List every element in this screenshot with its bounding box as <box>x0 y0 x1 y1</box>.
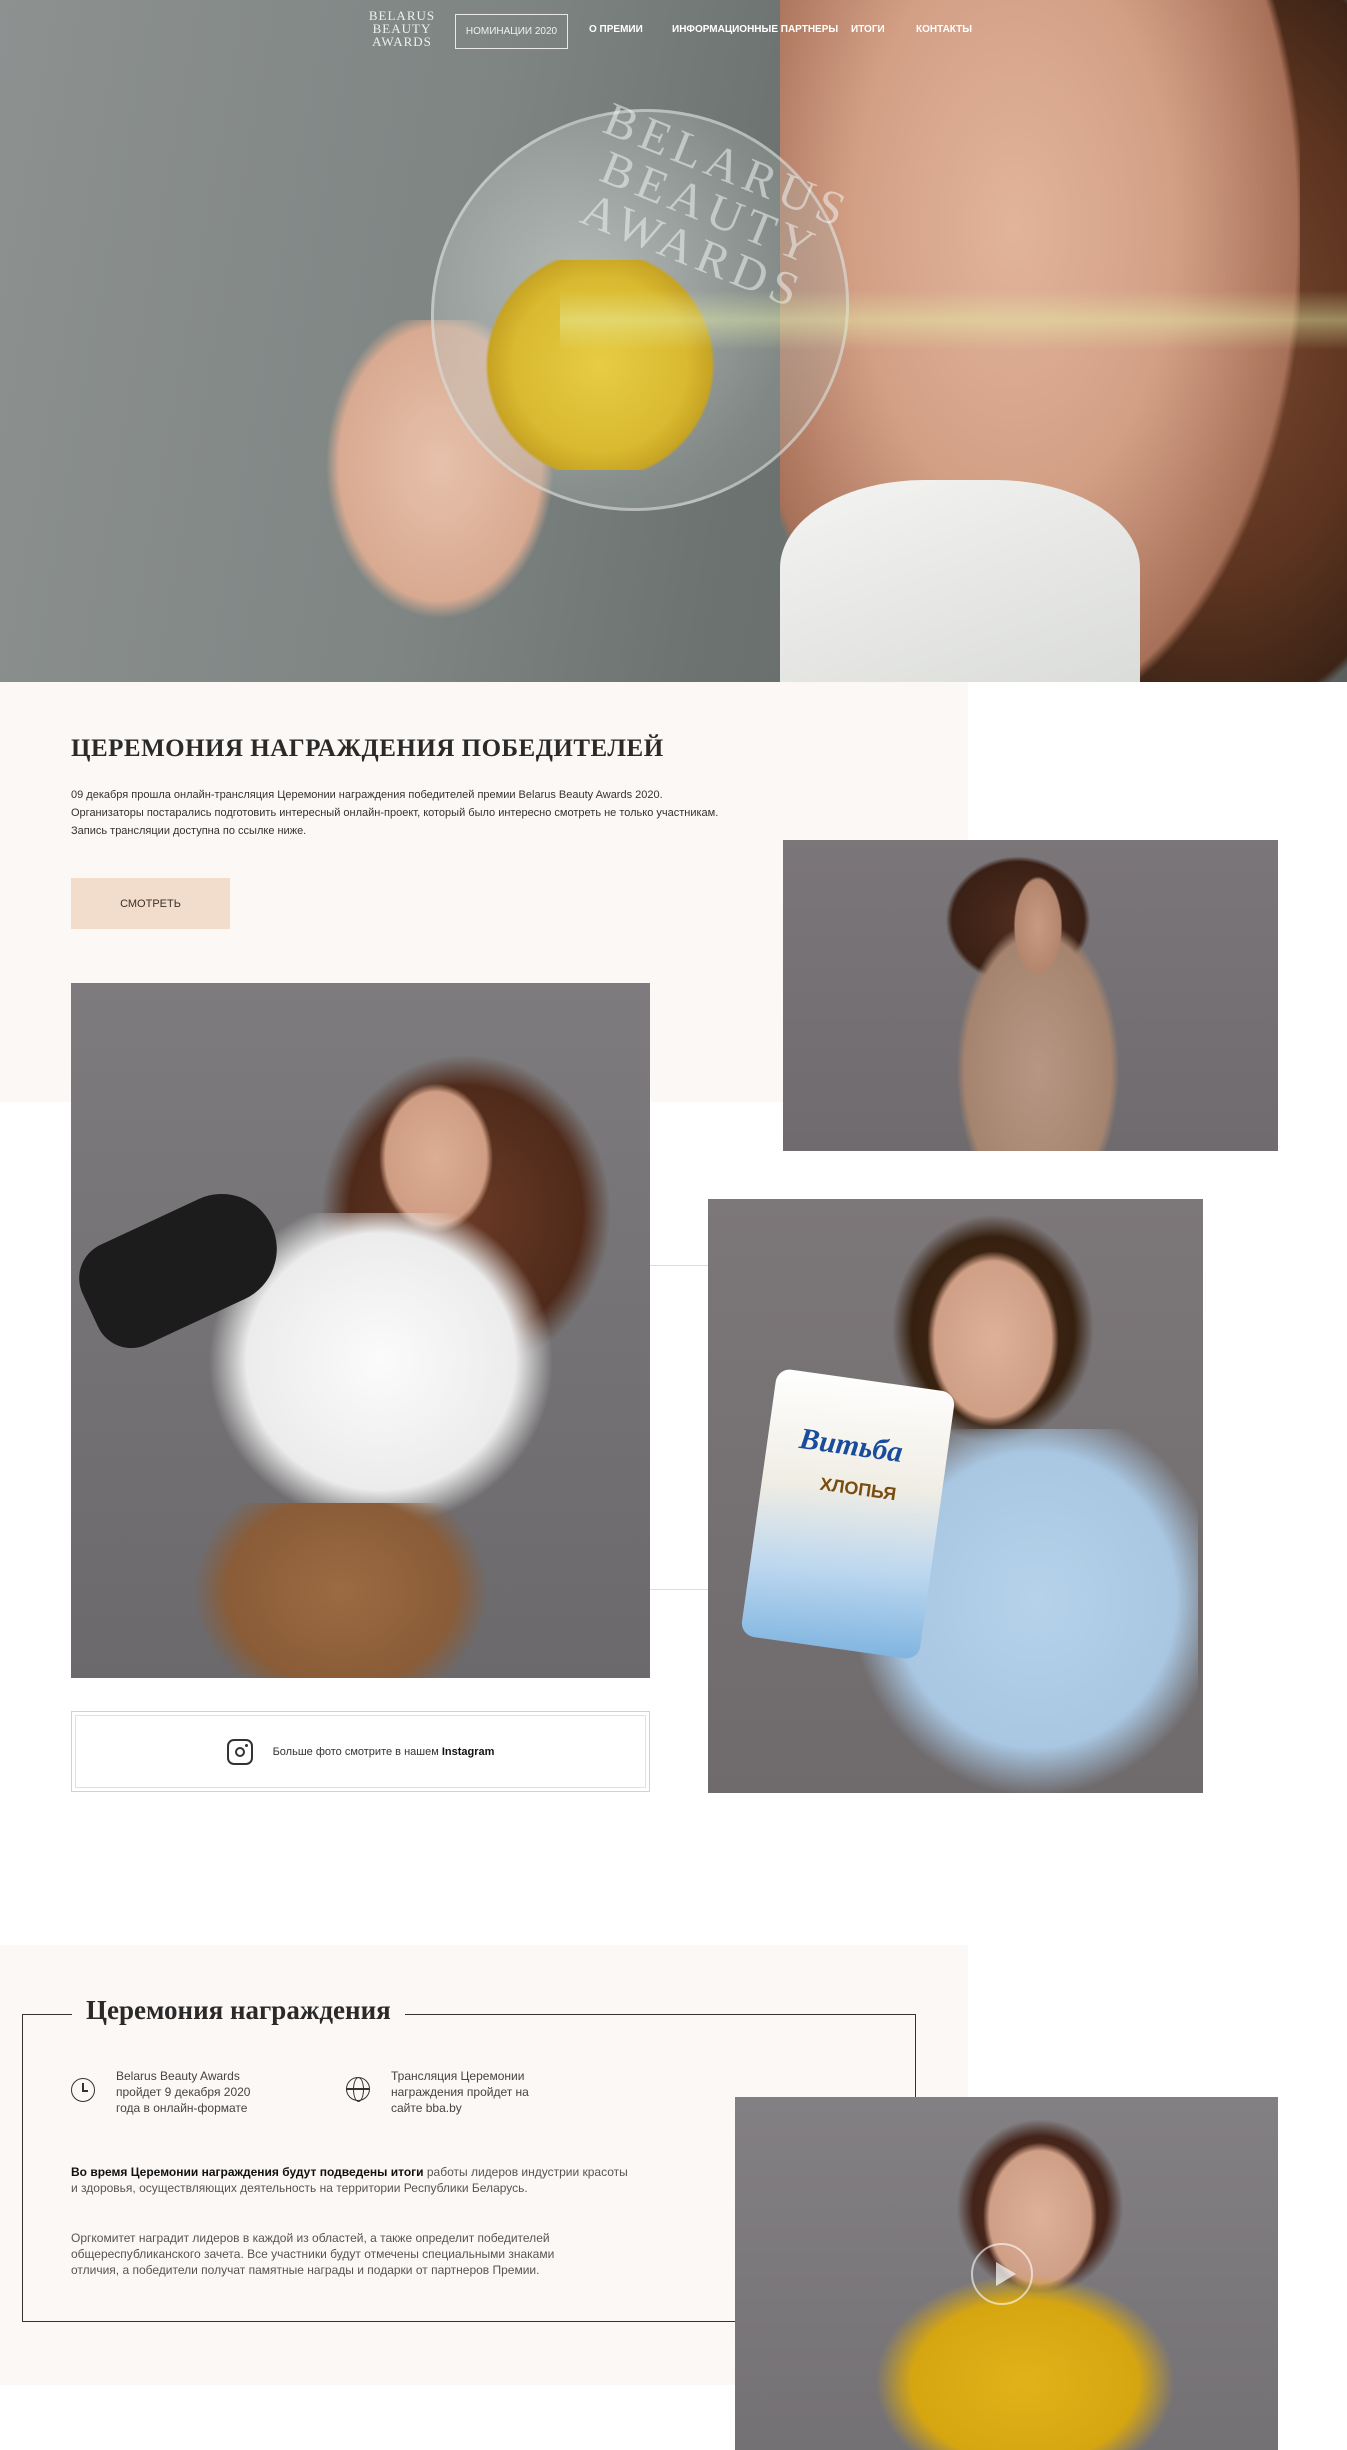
hero-light-streak <box>560 290 1347 350</box>
instagram-icon <box>226 1738 253 1765</box>
ceremony-line-1: 09 декабря прошла онлайн-трансляция Цере… <box>71 789 663 801</box>
gallery-photo-cereal: Витьба ХЛОПЬЯ <box>708 1199 1203 1793</box>
divider-line <box>650 1265 708 1266</box>
instagram-text-label: Больше фото смотрите в нашем <box>272 1745 439 1758</box>
watch-button[interactable]: СМОТРЕТЬ <box>71 878 230 929</box>
info-title: Церемония награждения <box>72 1995 405 2026</box>
divider-line <box>650 1589 708 1590</box>
nav-link-results[interactable]: ИТОГИ <box>851 24 885 35</box>
instagram-link-label[interactable]: Instagram <box>442 1746 495 1758</box>
ceremony-description: 09 декабря прошла онлайн-трансляция Цере… <box>71 786 831 840</box>
top-navigation: BELARUS BEAUTY AWARDS НОМИНАЦИИ 2020 О П… <box>0 0 1347 62</box>
info-paragraph-1: Во время Церемонии награждения будут под… <box>71 2164 631 2196</box>
ceremony-title: ЦЕРЕМОНИЯ НАГРАЖДЕНИЯ ПОБЕДИТЕЛЕЙ <box>71 735 664 762</box>
info-item-date: Belarus Beauty Awards пройдет 9 декабря … <box>116 2069 251 2115</box>
info-paragraph-2: Оргкомитет наградит лидеров в каждой из … <box>71 2231 555 2277</box>
photo-pants <box>181 1503 501 1678</box>
hero-banner: BELARUS BEAUTY AWARDS BELARUS BEAUTY AWA… <box>0 0 1347 682</box>
ceremony-line-3: Запись трансляции доступна по ссылке ниж… <box>71 825 307 837</box>
photo-cereal-package <box>740 1367 956 1661</box>
info-paragraph-1-bold: Во время Церемонии награждения будут под… <box>71 2165 424 2179</box>
clock-icon <box>71 2078 95 2102</box>
gallery-photo-hair-dryer <box>71 983 650 1678</box>
logo-line-3: AWARDS <box>372 34 432 49</box>
hero-photo-shirt <box>780 480 1140 682</box>
globe-icon <box>346 2077 370 2102</box>
nav-link-media-partners[interactable]: ИНФОРМАЦИОННЫЕ ПАРТНЕРЫ <box>672 24 838 35</box>
nav-nominations-button[interactable]: НОМИНАЦИИ 2020 <box>455 14 568 49</box>
site-logo[interactable]: BELARUS BEAUTY AWARDS <box>366 9 438 48</box>
nav-link-contacts[interactable]: КОНТАКТЫ <box>916 24 972 35</box>
photo-figure <box>923 860 1153 1151</box>
gallery-photo-beige-dress <box>783 840 1278 1151</box>
play-video-icon[interactable] <box>971 2243 1033 2305</box>
info-item-broadcast: Трансляция Церемонии награждения пройдет… <box>391 2069 529 2115</box>
ceremony-line-2: Организаторы постарались подготовить инт… <box>71 807 719 819</box>
nav-link-about[interactable]: О ПРЕМИИ <box>589 24 643 35</box>
instagram-text: Больше фото смотрите в нашем Instagram <box>273 1746 495 1758</box>
instagram-link-box[interactable]: Больше фото смотрите в нашем Instagram <box>71 1711 650 1792</box>
